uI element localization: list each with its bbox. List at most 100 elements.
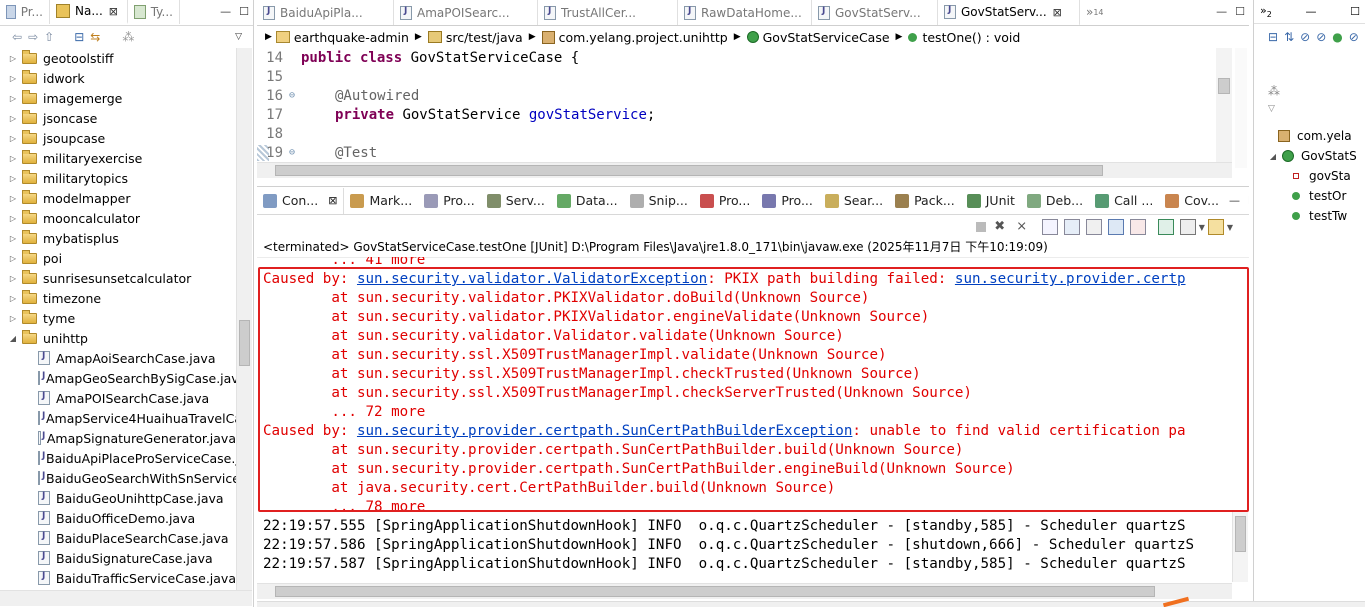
minimize-icon[interactable]: — — [216, 0, 235, 25]
view-menu-icon[interactable]: ▽ — [235, 32, 252, 42]
tree-file[interactable]: BaiduApiPlaceProServiceCase.j — [0, 448, 236, 468]
tree-folder[interactable]: ▷ mooncalculator — [0, 208, 236, 228]
code-editor[interactable]: 14 public class GovStatServiceCase {15 16 ⊖… — [257, 48, 1217, 162]
tree-file[interactable]: AmapGeoSearchBySigCase.java — [0, 368, 236, 388]
console-tab[interactable]: Deb... — [1021, 188, 1089, 214]
scrollbar-thumb[interactable] — [1235, 516, 1246, 552]
maximize-icon[interactable]: ☐ — [1350, 5, 1360, 18]
collapse-all-icon[interactable]: ⊟ — [74, 30, 84, 44]
tree-folder[interactable]: ▷ jsoupcase — [0, 128, 236, 148]
scroll-lock-icon[interactable] — [1063, 219, 1080, 235]
chevron-right-icon[interactable]: ▷ — [8, 54, 18, 63]
word-wrap-icon[interactable] — [1085, 219, 1102, 235]
console-tab[interactable]: Snip... — [624, 188, 694, 214]
collapse-all-icon[interactable]: ⊟ — [1268, 30, 1278, 70]
fold-marker-icon[interactable]: ⊖ — [289, 147, 301, 158]
scrollbar-thumb[interactable] — [239, 320, 250, 366]
tree-folder[interactable]: ▷ mybatisplus — [0, 228, 236, 248]
console-tab[interactable]: Pro... — [756, 188, 819, 214]
hide-local-types-icon[interactable]: ⊘ — [1349, 30, 1359, 70]
chevron-right-icon[interactable]: ▷ — [8, 234, 18, 243]
tree-file[interactable]: BaiduGeoUnihttpCase.java — [0, 488, 236, 508]
editor-tab-overflow[interactable]: » 14 — [1080, 0, 1110, 24]
console-tab[interactable]: Mark... — [344, 188, 418, 214]
console-tab[interactable]: Call ... — [1089, 188, 1159, 214]
display-console-icon[interactable] — [1179, 219, 1196, 235]
console-tab[interactable]: Pro... — [694, 188, 757, 214]
tree-file[interactable]: BaiduSignatureCase.java — [0, 548, 236, 568]
chevron-right-icon[interactable]: ▷ — [8, 314, 18, 323]
tree-folder[interactable]: ▷ jsoncase — [0, 108, 236, 128]
chevron-right-icon[interactable]: ▷ — [8, 134, 18, 143]
tree-folder[interactable]: ▷ imagemerge — [0, 88, 236, 108]
chevron-down-icon[interactable]: ◢ — [8, 334, 18, 343]
sort-icon[interactable]: ⇅ — [1284, 30, 1294, 70]
scrollbar-thumb[interactable] — [275, 586, 1155, 597]
tree-folder[interactable]: ▷ militarytopics — [0, 168, 236, 188]
outline-item[interactable]: com.yela — [1254, 126, 1365, 146]
chevron-down-icon[interactable]: ▼ — [1199, 223, 1205, 232]
editor-tab[interactable]: AmaPOISearc... — [394, 0, 538, 25]
editor-vscrollbar[interactable] — [1216, 48, 1232, 162]
outline-item[interactable]: ◢ GovStatS — [1254, 146, 1365, 166]
tree-folder[interactable]: ▷ geotoolstiff — [0, 48, 236, 68]
forward-icon[interactable]: ⇨ — [28, 30, 38, 44]
console-tab[interactable]: Data... — [551, 188, 624, 214]
up-icon[interactable]: ⇧ — [44, 30, 54, 44]
editor-hscrollbar[interactable] — [257, 162, 1232, 178]
breadcrumb-class[interactable]: GovStatServiceCase — [763, 30, 890, 45]
chevron-down-icon[interactable]: ▽ — [1268, 100, 1298, 118]
tree-folder[interactable]: ▷ tyme — [0, 308, 236, 328]
tree-folder[interactable]: ▷ militaryexercise — [0, 148, 236, 168]
breadcrumb-package[interactable]: com.yelang.project.unihttp — [559, 30, 728, 45]
tree-file[interactable]: BaiduTrafficServiceCase.java — [0, 568, 236, 588]
editor-tab[interactable]: RawDataHome... — [678, 0, 812, 25]
tree-folder[interactable]: ▷ idwork — [0, 68, 236, 88]
chevron-right-icon[interactable]: ▷ — [8, 94, 18, 103]
chevron-right-icon[interactable]: ▷ — [8, 174, 18, 183]
minimize-icon[interactable]: — — [1305, 5, 1316, 18]
tree-folder[interactable]: ▷ sunrisesunsetcalculator — [0, 268, 236, 288]
breadcrumb-source-folder[interactable]: src/test/java — [446, 30, 523, 45]
tab-project-explorer[interactable]: Pr... — [0, 0, 50, 24]
fold-marker-icon[interactable]: ⊖ — [289, 90, 301, 101]
outline-item[interactable]: testOr — [1254, 186, 1365, 206]
filter-icon[interactable]: ⁂ — [122, 30, 134, 44]
tree-file[interactable]: AmapService4HuaihuaTravelCa — [0, 408, 236, 428]
tree-file[interactable]: BaiduPlaceSearchCase.java — [0, 528, 236, 548]
maximize-icon[interactable]: ☐ — [1231, 0, 1249, 25]
console-tab[interactable]: Cov... — [1159, 188, 1225, 214]
outline-item[interactable]: govSta — [1254, 166, 1365, 186]
tab-type-hierarchy[interactable]: Ty... — [128, 0, 180, 24]
open-console-icon[interactable] — [1207, 219, 1224, 235]
hide-fields-icon[interactable]: ⊘ — [1300, 30, 1310, 70]
editor-tab[interactable]: GovStatServ... — [812, 0, 938, 25]
console-tab[interactable]: Sear... — [819, 188, 889, 214]
tree-file[interactable]: AmapSignatureGenerator.java — [0, 428, 236, 448]
breadcrumb-method[interactable]: testOne() : void — [922, 30, 1020, 45]
close-icon[interactable]: ⊠ — [328, 194, 337, 207]
maximize-icon[interactable]: ☐ — [1244, 194, 1249, 207]
chevron-right-icon[interactable]: ▷ — [8, 214, 18, 223]
hide-static-icon[interactable]: ⊘ — [1316, 30, 1326, 70]
scrollbar-thumb[interactable] — [1218, 78, 1230, 94]
tab-navigator[interactable]: Na... ⊠ — [50, 0, 128, 24]
view-menu-icon[interactable]: »2 — [1260, 4, 1272, 19]
console-tab[interactable]: Pro... — [418, 188, 481, 214]
tree-file[interactable]: BaiduOfficeDemo.java — [0, 508, 236, 528]
chevron-right-icon[interactable]: ▷ — [8, 114, 18, 123]
console-tab[interactable]: Con... ⊠ — [257, 187, 345, 214]
breadcrumb-project[interactable]: earthquake-admin — [294, 30, 409, 45]
tree-folder[interactable]: ▷ poi — [0, 248, 236, 268]
show-on-output-icon[interactable] — [1107, 219, 1124, 235]
minimize-icon[interactable]: — — [1212, 0, 1231, 25]
tree-file[interactable]: AmapAoiSearchCase.java — [0, 348, 236, 368]
scrollbar-thumb[interactable] — [275, 165, 1103, 176]
remove-all-icon[interactable]: ⨯ — [1014, 219, 1030, 235]
pin-console-icon[interactable] — [1157, 219, 1174, 235]
chevron-down-icon[interactable]: ◢ — [1268, 152, 1278, 161]
console-tab[interactable]: JUnit — [961, 188, 1021, 214]
tree-folder[interactable]: ▷ modelmapper — [0, 188, 236, 208]
close-icon[interactable]: ⊠ — [1053, 6, 1062, 19]
chevron-down-icon[interactable]: ▼ — [1227, 223, 1233, 232]
